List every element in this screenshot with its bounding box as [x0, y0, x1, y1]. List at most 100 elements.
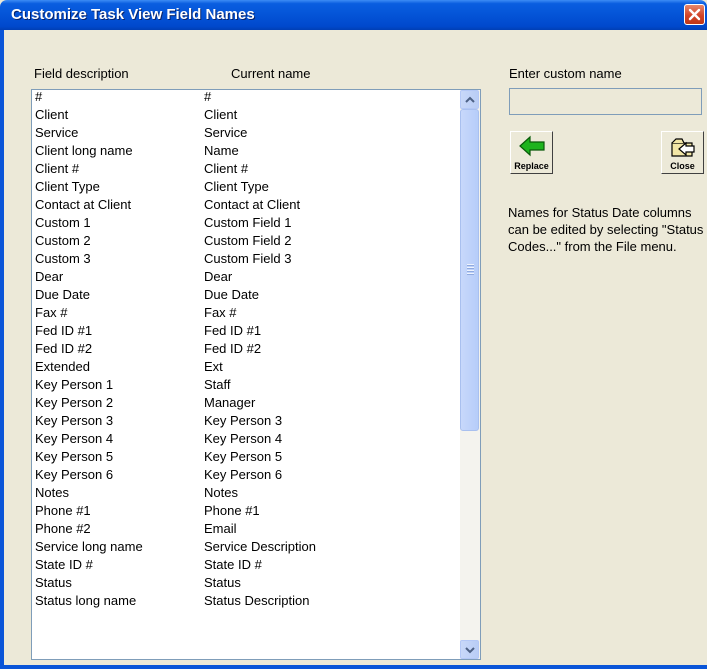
list-row[interactable]: Contact at Client Contact at Client [32, 196, 462, 214]
current-name-cell: Custom Field 3 [204, 251, 292, 266]
current-name-cell: Name [204, 143, 239, 158]
field-description-cell: Status [35, 575, 72, 590]
list-row[interactable]: Service Service [32, 124, 462, 142]
current-name-cell: Fed ID #2 [204, 341, 262, 356]
list-row[interactable]: Custom 1 Custom Field 1 [32, 214, 462, 232]
window-frame-left [0, 30, 4, 669]
field-description-cell: State ID # [35, 557, 93, 572]
list-row[interactable]: Key Person 1 Staff [32, 376, 462, 394]
window-title: Customize Task View Field Names [11, 6, 255, 23]
current-name-cell: Email [204, 521, 237, 536]
scroll-grip-line [467, 273, 474, 275]
list-row[interactable]: # # [32, 89, 462, 106]
scroll-grip-line [467, 270, 474, 272]
custom-name-input[interactable] [509, 88, 702, 115]
close-button[interactable]: Close [661, 131, 704, 174]
field-description-cell: Extended [35, 359, 90, 374]
list-row[interactable]: Client Client [32, 106, 462, 124]
chevron-up-icon [465, 96, 475, 103]
field-description-cell: Client long name [35, 143, 133, 158]
list-row[interactable]: Client Type Client Type [32, 178, 462, 196]
replace-button[interactable]: Replace [510, 131, 553, 174]
field-description-cell: Custom 2 [35, 233, 91, 248]
current-name-cell: Key Person 4 [204, 431, 283, 446]
list-row[interactable]: State ID # State ID # [32, 556, 462, 574]
list-row[interactable]: Custom 3 Custom Field 3 [32, 250, 462, 268]
list-vertical-scrollbar[interactable] [460, 90, 480, 659]
current-name-cell: Client [204, 107, 238, 122]
list-row[interactable]: Notes Notes [32, 484, 462, 502]
field-description-cell: Fax # [35, 305, 68, 320]
scroll-grip-line [467, 267, 474, 269]
chevron-down-icon [465, 647, 475, 654]
field-description-cell: Key Person 5 [35, 449, 114, 464]
list-row[interactable]: Due Date Due Date [32, 286, 462, 304]
list-row[interactable]: Fax # Fax # [32, 304, 462, 322]
title-bar: Customize Task View Field Names [0, 0, 707, 30]
list-row[interactable]: Status Status [32, 574, 462, 592]
field-description-cell: Key Person 2 [35, 395, 114, 410]
field-description-cell: Due Date [35, 287, 90, 302]
list-row[interactable]: Key Person 3 Key Person 3 [32, 412, 462, 430]
field-description-cell: Notes [35, 485, 69, 500]
current-name-cell: Due Date [204, 287, 259, 302]
list-row[interactable]: Service long name Service Description [32, 538, 462, 556]
current-name-cell: Fax # [204, 305, 237, 320]
current-name-cell: Ext [204, 359, 223, 374]
field-description-cell: Key Person 4 [35, 431, 114, 446]
list-row[interactable]: Status long name Status Description [32, 592, 462, 610]
current-name-cell: Fed ID #1 [204, 323, 262, 338]
list-row[interactable]: Key Person 4 Key Person 4 [32, 430, 462, 448]
scroll-thumb[interactable] [460, 109, 479, 431]
green-arrow-left-icon [519, 135, 545, 157]
list-row[interactable]: Key Person 6 Key Person 6 [32, 466, 462, 484]
replace-button-label: Replace [514, 161, 549, 171]
list-row[interactable]: Custom 2 Custom Field 2 [32, 232, 462, 250]
current-name-cell: Contact at Client [204, 197, 301, 212]
current-name-cell: Key Person 3 [204, 413, 283, 428]
field-description-header: Field description [34, 66, 129, 81]
field-description-cell: Fed ID #2 [35, 341, 93, 356]
current-name-cell: Dear [204, 269, 233, 284]
field-description-cell: Custom 3 [35, 251, 91, 266]
field-description-cell: Service long name [35, 539, 143, 554]
field-description-cell: Key Person 6 [35, 467, 114, 482]
enter-custom-name-label: Enter custom name [509, 66, 622, 81]
current-name-cell: # [204, 89, 212, 104]
field-description-cell: Dear [35, 269, 64, 284]
current-name-cell: Key Person 6 [204, 467, 283, 482]
scroll-up-button[interactable] [460, 90, 479, 109]
folder-exit-icon [671, 138, 695, 157]
scroll-down-button[interactable] [460, 640, 479, 659]
list-row[interactable]: Client long name Name [32, 142, 462, 160]
list-row[interactable]: Dear Dear [32, 268, 462, 286]
status-date-note: Names for Status Date columns can be edi… [508, 205, 704, 254]
list-row[interactable]: Key Person 5 Key Person 5 [32, 448, 462, 466]
list-row[interactable]: Extended Ext [32, 358, 462, 376]
list-row[interactable]: Client # Client # [32, 160, 462, 178]
window-frame-bottom [0, 665, 707, 669]
current-name-cell: Phone #1 [204, 503, 260, 518]
current-name-header: Current name [231, 66, 311, 81]
field-description-cell: Client [35, 107, 69, 122]
current-name-cell: Custom Field 2 [204, 233, 292, 248]
list-row[interactable]: Key Person 2 Manager [32, 394, 462, 412]
field-description-cell: # [35, 89, 43, 104]
close-x-icon [688, 8, 701, 21]
list-row[interactable]: Phone #1 Phone #1 [32, 502, 462, 520]
list-row[interactable]: Fed ID #2 Fed ID #2 [32, 340, 462, 358]
field-names-list[interactable]: # # Client Client Service Service Client long … [31, 89, 481, 660]
list-row[interactable]: Fed ID #1 Fed ID #1 [32, 322, 462, 340]
current-name-cell: Client Type [204, 179, 269, 194]
current-name-cell: Staff [204, 377, 231, 392]
field-description-cell: Client # [35, 161, 80, 176]
current-name-cell: Status Description [204, 593, 310, 608]
field-description-cell: Phone #2 [35, 521, 91, 536]
current-name-cell: Service Description [204, 539, 316, 554]
current-name-cell: Status [204, 575, 241, 590]
field-description-cell: Status long name [35, 593, 137, 608]
list-row[interactable]: Phone #2 Email [32, 520, 462, 538]
window-close-button[interactable] [684, 4, 705, 25]
field-description-cell: Service [35, 125, 79, 140]
close-button-label: Close [670, 161, 695, 171]
